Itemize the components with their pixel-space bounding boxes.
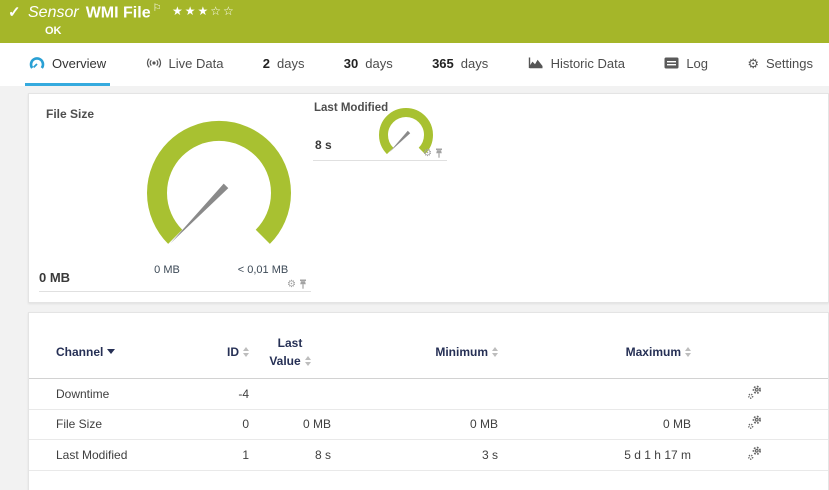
- column-label: Value: [269, 352, 300, 370]
- sensor-status-badge: OK: [45, 25, 62, 37]
- log-icon: [664, 57, 679, 69]
- channel-settings-gears-icon[interactable]: [747, 385, 762, 403]
- table-row-downtime: Downtime -4: [29, 379, 828, 410]
- sort-caret-icon: [107, 349, 115, 354]
- tab-2-days[interactable]: 2 days: [259, 43, 309, 86]
- tab-bar: Overview Live Data 2 days 30 days 365 da…: [0, 43, 829, 86]
- flag-icon[interactable]: ⚐: [153, 3, 162, 14]
- column-label: Last: [278, 336, 303, 350]
- gauge-needle: [389, 131, 410, 153]
- sensor-title-line: Sensor WMI File⚐: [28, 3, 162, 22]
- channel-id: 1: [176, 448, 249, 462]
- stars-empty: ☆☆: [210, 4, 236, 18]
- channel-id: -4: [176, 387, 249, 401]
- channel-current-value: 8 s: [315, 138, 332, 152]
- channel-id: 0: [176, 417, 249, 431]
- gauges-panel: File Size 0 MB < 0,01 MB 0 MB ⚙ Last Mod…: [28, 93, 829, 303]
- column-header-last-value[interactable]: Last Value: [249, 334, 331, 370]
- tab-label: days: [277, 56, 304, 71]
- channel-settings-gears-icon[interactable]: [747, 415, 762, 433]
- sort-arrows-icon: [305, 356, 311, 366]
- gauge-hover-controls: ⚙: [287, 279, 307, 290]
- tab-365-days[interactable]: 365 days: [428, 43, 492, 86]
- tab-live-data[interactable]: Live Data: [142, 43, 228, 86]
- tab-label: days: [461, 56, 488, 71]
- object-kind-label: Sensor: [28, 4, 79, 21]
- status-ok-check-icon: ✓: [8, 3, 21, 21]
- gauge-title: File Size: [46, 107, 94, 121]
- channels-table: Channel ID Last Value: [29, 313, 828, 471]
- gear-icon: ⚙: [747, 57, 759, 70]
- tab-label: Settings: [766, 56, 813, 71]
- table-header-row: Channel ID Last Value: [29, 325, 828, 379]
- column-header-channel[interactable]: Channel: [56, 345, 176, 359]
- file-size-gauge-widget: File Size 0 MB < 0,01 MB 0 MB ⚙: [39, 104, 311, 292]
- tab-settings[interactable]: ⚙ Settings: [743, 43, 817, 86]
- channel-maximum: 0 MB: [498, 417, 691, 431]
- channel-minimum: 3 s: [331, 448, 498, 462]
- channel-settings-gears-icon[interactable]: [747, 446, 762, 464]
- channel-maximum: 5 d 1 h 17 m: [498, 448, 691, 462]
- live-broadcast-icon: [146, 57, 162, 69]
- pin-icon[interactable]: [299, 279, 307, 290]
- tab-number: 30: [344, 56, 358, 71]
- column-label: Channel: [56, 345, 103, 359]
- gauge-settings-gear-icon[interactable]: ⚙: [423, 149, 432, 159]
- tab-label: Live Data: [169, 56, 224, 71]
- pin-icon[interactable]: [435, 148, 443, 159]
- tab-log[interactable]: Log: [660, 43, 712, 86]
- sensor-name: WMI File: [86, 4, 151, 21]
- gauge-settings-gear-icon[interactable]: ⚙: [287, 280, 296, 290]
- channel-name: File Size: [56, 417, 176, 431]
- tab-historic-data[interactable]: Historic Data: [524, 43, 629, 86]
- tab-number: 365: [432, 56, 454, 71]
- channel-last-value: 0 MB: [249, 417, 331, 431]
- tab-label: Historic Data: [551, 56, 625, 71]
- tab-overview[interactable]: Overview: [25, 43, 110, 86]
- prtg-sensor-page: ✓ Sensor WMI File⚐ ★★★☆☆ OK Overview Live…: [0, 0, 829, 490]
- tab-label: Overview: [52, 56, 106, 71]
- tab-30-days[interactable]: 30 days: [340, 43, 397, 86]
- tab-label: Log: [686, 56, 708, 71]
- channel-last-value: 8 s: [249, 448, 331, 462]
- tab-number: 2: [263, 56, 270, 71]
- column-label: Minimum: [435, 345, 488, 359]
- last-modified-gauge-widget: Last Modified 8 s ⚙: [313, 99, 447, 161]
- historic-chart-icon: [528, 57, 544, 70]
- table-row-last-modified: Last Modified 1 8 s 3 s 5 d 1 h 17 m: [29, 440, 828, 471]
- sensor-header: ✓ Sensor WMI File⚐ ★★★☆☆ OK: [0, 0, 829, 43]
- channel-name: Downtime: [56, 387, 176, 401]
- table-row-file-size: File Size 0 0 MB 0 MB 0 MB: [29, 410, 828, 441]
- channel-current-value: 0 MB: [39, 270, 70, 285]
- stars-filled: ★★★: [172, 4, 210, 18]
- gauge-needle: [170, 184, 228, 244]
- priority-stars[interactable]: ★★★☆☆: [172, 4, 236, 18]
- gauge-scale-min: 0 MB: [142, 264, 192, 276]
- tab-label: days: [365, 56, 392, 71]
- column-label: ID: [227, 345, 239, 359]
- column-label: Maximum: [626, 345, 681, 359]
- channel-minimum: 0 MB: [331, 417, 498, 431]
- sort-arrows-icon: [685, 347, 691, 357]
- column-header-id[interactable]: ID: [176, 345, 249, 359]
- gauge-scale-max: < 0,01 MB: [228, 264, 298, 276]
- file-size-gauge: [114, 116, 294, 266]
- column-header-maximum[interactable]: Maximum: [498, 345, 691, 359]
- gauge-hover-controls: ⚙: [423, 148, 443, 159]
- channels-panel: Channel ID Last Value: [28, 312, 829, 490]
- gauge-icon: [29, 56, 45, 70]
- column-header-minimum[interactable]: Minimum: [331, 345, 498, 359]
- channel-name: Last Modified: [56, 448, 176, 462]
